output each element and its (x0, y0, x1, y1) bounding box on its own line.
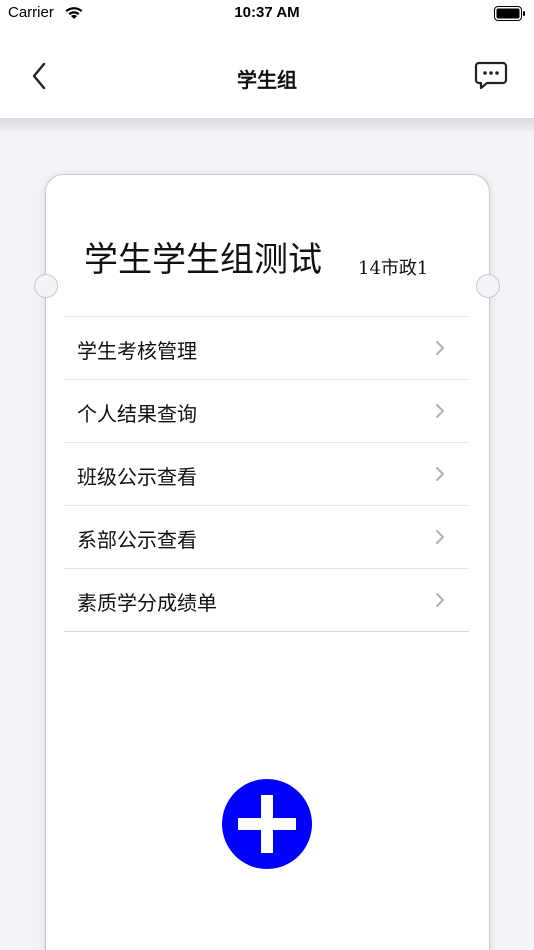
chevron-right-icon (436, 467, 444, 481)
menu-item-department-notice[interactable]: 系部公示查看 (64, 505, 469, 568)
chevron-right-icon (436, 593, 444, 607)
menu-item-label: 学生考核管理 (77, 339, 197, 363)
chevron-right-icon (436, 404, 444, 418)
message-icon (474, 61, 508, 90)
chevron-right-icon (436, 530, 444, 544)
battery-icon (494, 6, 525, 21)
card-title: 学生学生组测试 (84, 240, 322, 280)
menu-item-personal-results[interactable]: 个人结果查询 (64, 379, 469, 442)
menu-item-label: 系部公示查看 (77, 528, 197, 552)
menu-item-label: 班级公示查看 (77, 465, 197, 489)
navigation-bar: 学生组 (0, 28, 534, 118)
page-title: 学生组 (237, 68, 297, 92)
app-screen: Carrier 10:37 AM 学生组 学生学生组测试 14市政1 学生考核管… (0, 0, 534, 950)
card-notch-left (34, 274, 58, 298)
status-bar: Carrier 10:37 AM (0, 0, 534, 28)
status-time: 10:37 AM (234, 4, 300, 21)
add-button[interactable] (222, 779, 312, 869)
class-name: 14市政1 (358, 258, 429, 279)
chevron-right-icon (436, 341, 444, 355)
card-notch-right (476, 274, 500, 298)
menu-item-student-assessment[interactable]: 学生考核管理 (64, 316, 469, 379)
nav-divider (0, 118, 534, 132)
menu-item-label: 素质学分成绩单 (77, 591, 217, 615)
menu-list: 学生考核管理 个人结果查询 班级公示查看 系部公示查看 素质学分成绩单 (64, 316, 469, 632)
menu-item-class-notice[interactable]: 班级公示查看 (64, 442, 469, 505)
menu-item-credit-transcript[interactable]: 素质学分成绩单 (64, 568, 469, 632)
menu-item-label: 个人结果查询 (77, 402, 197, 426)
message-button[interactable] (474, 60, 508, 92)
